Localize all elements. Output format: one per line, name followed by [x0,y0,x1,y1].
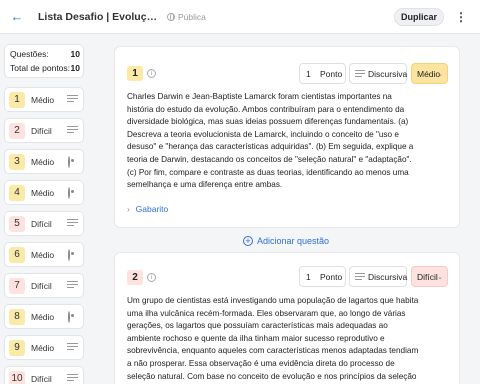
chevron-right-icon: › [127,205,130,214]
question-number: 2 [127,270,143,285]
sidebar-question-level: Difícil [31,219,52,229]
sidebar-question-item[interactable]: 4 Médio [4,180,84,205]
difficulty-select[interactable]: Difícil ⌄ [411,266,448,287]
questions-count-row: Questões: 10 [10,49,80,60]
question-sidebar: Questões: 10 Total de pontos: 10 1 Médio 2… [0,35,92,384]
sidebar-question-item[interactable]: 1 Médio [4,87,84,112]
question-type-label: Discursiva [368,69,408,79]
text-lines-icon [67,374,78,384]
sidebar-question-number: 8 [9,309,25,325]
chevron-down-icon: ⌄ [437,274,443,281]
add-question-button[interactable]: + Adicionar questão [243,235,329,247]
sidebar-question-number: 9 [9,340,25,356]
back-arrow-icon[interactable]: ← [9,9,25,25]
question-type-label: Discursiva [368,272,408,282]
sidebar-question-level: Médio [31,343,55,353]
questions-count-label: Questões: [10,49,49,59]
text-lines-icon [355,273,365,282]
globe-icon [167,13,175,21]
text-lines-icon [67,281,78,292]
sidebar-question-number: 3 [9,154,25,170]
top-bar: ← Lista Desafio | Evolução: In... Públic… [0,0,480,34]
sidebar-question-level: Médio [31,188,55,198]
difficulty-select[interactable]: Médio ⌄ [411,63,448,84]
total-points-row: Total de pontos: 10 [10,63,80,74]
duplicate-button[interactable]: Duplicar [394,8,444,26]
sidebar-question-item[interactable]: 10 Difícil [4,366,84,384]
sidebar-question-level: Médio [31,312,55,322]
radio-icon [67,156,78,168]
more-options-icon[interactable]: ⋮ [454,9,468,25]
total-points-value: 10 [70,63,80,73]
sidebar-question-level: Difícil [31,374,52,384]
sidebar-question-number: 7 [9,278,25,294]
sidebar-question-item[interactable]: 9 Médio [4,335,84,360]
question-card-1: 1 i 1 Ponto Discursiva Médio ⌄ Charles D… [114,46,460,228]
sidebar-question-item[interactable]: 3 Médio [4,149,84,174]
sidebar-question-level: Médio [31,157,55,167]
question-type-select[interactable]: Discursiva [349,266,407,287]
sidebar-question-level: Difícil [31,126,52,136]
text-lines-icon [67,219,78,230]
sidebar-question-level: Médio [31,250,55,260]
sidebar-question-item[interactable]: 5 Difícil [4,211,84,236]
sidebar-question-item[interactable]: 7 Difícil [4,273,84,298]
text-lines-icon [67,95,78,106]
points-value: 1 [306,272,311,282]
info-icon[interactable]: i [147,273,156,282]
question-type-select[interactable]: Discursiva [349,63,407,84]
question-number: 1 [127,66,143,81]
summary-box: Questões: 10 Total de pontos: 10 [4,44,84,78]
points-value: 1 [306,69,311,79]
difficulty-label: Difícil [417,272,438,282]
sidebar-question-item[interactable]: 6 Médio [4,242,84,267]
questions-count-value: 10 [70,49,80,59]
chevron-down-icon: ⌄ [437,71,443,78]
sidebar-question-number: 4 [9,185,25,201]
sidebar-question-level: Médio [31,95,55,105]
sidebar-question-item[interactable]: 2 Difícil [4,118,84,143]
sidebar-question-number: 5 [9,216,25,232]
sidebar-question-number: 10 [9,371,25,384]
question-card-2: 2 i 1 Ponto Discursiva Difícil ⌄ Um grup… [114,252,460,384]
add-circle-icon: + [243,236,253,246]
text-lines-icon [67,343,78,354]
info-icon[interactable]: i [147,69,156,78]
points-input[interactable]: 1 Ponto [299,266,346,287]
answer-key-toggle[interactable]: › Gabarito [127,204,168,215]
sidebar-question-item[interactable]: 8 Médio [4,304,84,329]
sidebar-question-level: Difícil [31,281,52,291]
radio-icon [67,249,78,261]
points-label: Ponto [320,272,343,282]
points-label: Ponto [320,69,343,79]
text-lines-icon [355,70,365,79]
text-lines-icon [67,126,78,137]
sidebar-question-number: 6 [9,247,25,263]
radio-icon [67,311,78,323]
visibility-badge: Pública [167,12,206,22]
points-input[interactable]: 1 Ponto [299,63,346,84]
visibility-label: Pública [178,12,206,22]
question-statement: Um grupo de cientistas está investigando… [127,296,419,381]
radio-icon [67,187,78,199]
sidebar-question-number: 1 [9,92,25,108]
add-question-label: Adicionar questão [257,236,330,246]
page-title: Lista Desafio | Evolução: In... [38,11,160,23]
total-points-label: Total de pontos: [10,63,71,73]
answer-key-label: Gabarito [135,204,169,214]
sidebar-question-number: 2 [9,123,25,139]
question-statement: Charles Darwin e Jean-Baptiste Lamarck f… [127,92,414,190]
